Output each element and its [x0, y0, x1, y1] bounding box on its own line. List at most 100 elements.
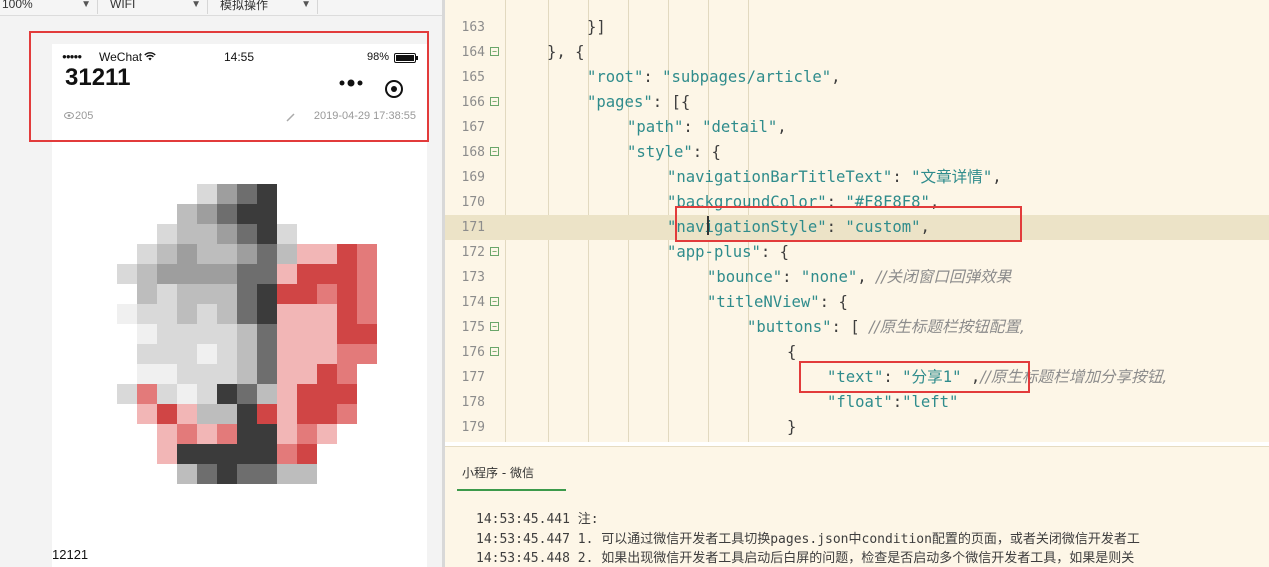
- fold-toggle-icon[interactable]: −: [490, 147, 499, 156]
- image-pixel: [357, 384, 377, 404]
- image-pixel: [337, 464, 357, 484]
- code-line[interactable]: 168− "style": {: [445, 140, 1269, 165]
- code-text: {: [787, 343, 797, 361]
- image-pixel: [257, 364, 277, 384]
- image-pixel: [277, 364, 297, 384]
- image-pixel: [157, 224, 177, 244]
- image-pixel: [237, 244, 257, 264]
- image-pixel: [217, 264, 237, 284]
- code-text: "path": "detail",: [627, 118, 787, 136]
- code-line[interactable]: 174− "titleNView": {: [445, 290, 1269, 315]
- image-pixel: [237, 344, 257, 364]
- image-pixel: [157, 344, 177, 364]
- image-pixel: [237, 424, 257, 444]
- image-pixel: [137, 344, 157, 364]
- image-pixel: [277, 464, 297, 484]
- image-pixel: [377, 364, 397, 384]
- line-number: 165: [461, 70, 485, 85]
- image-pixel: [117, 384, 137, 404]
- image-pixel: [117, 424, 137, 444]
- image-pixel: [337, 204, 357, 224]
- simulator-pane: 100% ▼ WIFI ▼ 模拟操作 ▼ ●●●●● WeChat 14:55 …: [0, 0, 442, 567]
- image-pixel: [337, 304, 357, 324]
- code-line[interactable]: 164−}, {: [445, 40, 1269, 65]
- image-pixel: [237, 384, 257, 404]
- zoom-select-value: 100%: [2, 0, 33, 11]
- log-line: 14:53:45.448 2. 如果出现微信开发者工具启动后白屏的问题，检查是否…: [476, 547, 1134, 566]
- code-line[interactable]: 163}]: [445, 15, 1269, 40]
- code-line[interactable]: 179}: [445, 415, 1269, 440]
- image-pixel: [97, 184, 117, 204]
- image-pixel: [117, 204, 137, 224]
- code-line[interactable]: 169 "navigationBarTitleText": "文章详情",: [445, 165, 1269, 190]
- image-pixel: [237, 224, 257, 244]
- image-pixel: [257, 324, 277, 344]
- code-text: }: [787, 418, 797, 436]
- image-pixel: [357, 304, 377, 324]
- image-pixel: [217, 384, 237, 404]
- network-select[interactable]: WIFI ▼: [104, 0, 208, 14]
- image-pixel: [157, 404, 177, 424]
- image-pixel: [277, 424, 297, 444]
- image-pixel: [317, 424, 337, 444]
- fold-toggle-icon[interactable]: −: [490, 322, 499, 331]
- image-pixel: [157, 424, 177, 444]
- code-line[interactable]: 165 "root": "subpages/article",: [445, 65, 1269, 90]
- code-line[interactable]: 166− "pages": [{: [445, 90, 1269, 115]
- image-pixel: [357, 284, 377, 304]
- image-pixel: [357, 324, 377, 344]
- fold-toggle-icon[interactable]: −: [490, 47, 499, 56]
- image-pixel: [317, 304, 337, 324]
- fold-toggle-icon[interactable]: −: [490, 297, 499, 306]
- zoom-select[interactable]: 100% ▼: [0, 0, 98, 14]
- image-pixel: [257, 264, 277, 284]
- image-pixel: [277, 204, 297, 224]
- simulate-action-select-value: 模拟操作: [220, 0, 269, 12]
- chevron-down-icon: ▼: [301, 0, 311, 10]
- code-text: "root": "subpages/article",: [587, 68, 841, 86]
- image-pixel: [137, 184, 157, 204]
- image-pixel: [297, 404, 317, 424]
- image-pixel: [137, 464, 157, 484]
- image-pixel: [317, 364, 337, 384]
- image-pixel: [277, 384, 297, 404]
- log-time: 14:53:45.448: [476, 551, 570, 566]
- image-pixel: [217, 284, 237, 304]
- image-pixel: [157, 204, 177, 224]
- image-pixel: [217, 204, 237, 224]
- image-pixel: [337, 384, 357, 404]
- image-pixel: [337, 244, 357, 264]
- image-pixel: [337, 284, 357, 304]
- image-pixel: [257, 244, 277, 264]
- image-pixel: [377, 344, 397, 364]
- image-pixel: [337, 184, 357, 204]
- log-line: 14:53:45.441 注:: [476, 508, 599, 527]
- image-pixel: [217, 464, 237, 484]
- image-pixel: [117, 304, 137, 324]
- image-pixel: [257, 284, 277, 304]
- line-number: 173: [461, 270, 485, 285]
- image-pixel: [177, 464, 197, 484]
- image-pixel: [117, 184, 137, 204]
- code-line[interactable]: 173 "bounce": "none", //关闭窗口回弹效果: [445, 265, 1269, 290]
- image-pixel: [197, 204, 217, 224]
- image-pixel: [137, 304, 157, 324]
- image-pixel: [97, 304, 117, 324]
- fold-toggle-icon[interactable]: −: [490, 247, 499, 256]
- fold-toggle-icon[interactable]: −: [490, 347, 499, 356]
- code-line[interactable]: 167 "path": "detail",: [445, 115, 1269, 140]
- simulate-action-select[interactable]: 模拟操作 ▼: [214, 0, 318, 14]
- console-tab[interactable]: 小程序 - 微信: [462, 464, 534, 481]
- image-pixel: [337, 264, 357, 284]
- image-pixel: [97, 244, 117, 264]
- code-line[interactable]: 178 "float":"left": [445, 390, 1269, 415]
- image-pixel: [277, 224, 297, 244]
- code-line[interactable]: 175− "buttons": [ //原生标题栏按钮配置,: [445, 315, 1269, 340]
- simulator-background: [427, 17, 442, 567]
- image-pixel: [317, 244, 337, 264]
- line-number: 177: [461, 370, 485, 385]
- image-pixel: [257, 224, 277, 244]
- image-pixel: [357, 444, 377, 464]
- fold-toggle-icon[interactable]: −: [490, 97, 499, 106]
- code-line[interactable]: 172− "app-plus": {: [445, 240, 1269, 265]
